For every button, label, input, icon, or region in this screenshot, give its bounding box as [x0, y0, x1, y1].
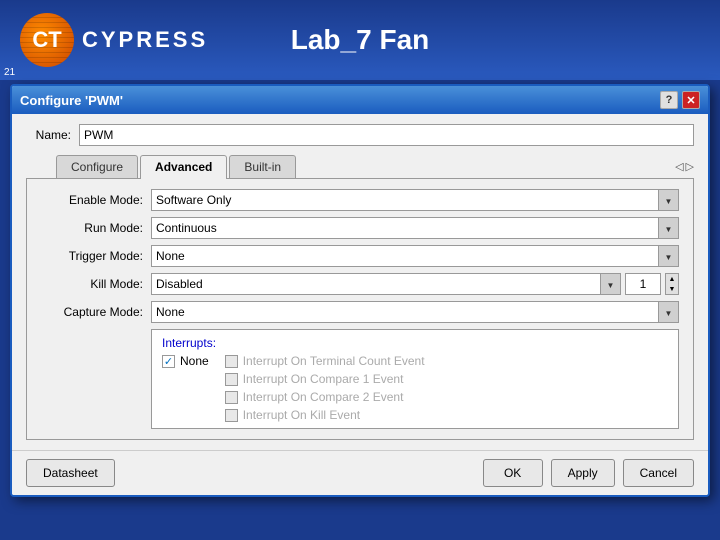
interrupts-left: ✓ None [162, 354, 209, 422]
kill-mode-select[interactable]: Disabled ▼ [151, 273, 621, 295]
logo-area: CT CYPRESS [20, 13, 208, 67]
trigger-mode-select[interactable]: None ▼ [151, 245, 679, 267]
trigger-mode-row: Trigger Mode: None ▼ [41, 245, 679, 267]
brand-name: CYPRESS [82, 27, 208, 53]
spinner-down-button[interactable]: ▼ [666, 284, 678, 294]
tab-prev-icon[interactable]: ◁ [675, 160, 683, 173]
tab-content: Enable Mode: Software Only ▼ Run Mode: C… [26, 178, 694, 440]
logo-icon: CT [32, 27, 61, 53]
capture-mode-select[interactable]: None ▼ [151, 301, 679, 323]
interrupt-none-label: None [180, 354, 209, 368]
tab-next-icon[interactable]: ▷ [686, 160, 694, 173]
interrupt-compare2-row: Interrupt On Compare 2 Event [225, 390, 425, 404]
enable-mode-arrow[interactable]: ▼ [658, 190, 678, 211]
kill-mode-label: Kill Mode: [41, 277, 151, 291]
name-input[interactable] [79, 124, 694, 146]
dialog-title: Configure 'PWM' [20, 93, 123, 108]
dialog-body: Name: Configure Advanced Built-in ◁ ▷ En… [12, 114, 708, 450]
name-row: Name: [26, 124, 694, 146]
kill-mode-group: Disabled ▼ ▲ ▼ [151, 273, 679, 295]
interrupt-terminal-count-checkbox[interactable] [225, 355, 238, 368]
name-label: Name: [26, 128, 71, 142]
trigger-mode-label: Trigger Mode: [41, 249, 151, 263]
trigger-mode-arrow[interactable]: ▼ [658, 246, 678, 267]
interrupt-none-checkbox[interactable]: ✓ [162, 355, 175, 368]
ok-button[interactable]: OK [483, 459, 543, 487]
kill-mode-spinner: ▲ ▼ [665, 273, 679, 295]
kill-mode-value: Disabled [156, 277, 203, 291]
interrupt-compare2-checkbox[interactable] [225, 391, 238, 404]
interrupt-terminal-count-row: Interrupt On Terminal Count Event [225, 354, 425, 368]
interrupts-title: Interrupts: [162, 336, 668, 350]
dialog-titlebar: Configure 'PWM' ? ✕ [12, 86, 708, 114]
run-mode-value: Continuous [156, 221, 678, 235]
kill-mode-row: Kill Mode: Disabled ▼ ▲ ▼ [41, 273, 679, 295]
run-mode-arrow[interactable]: ▼ [658, 218, 678, 239]
tabs-row: Configure Advanced Built-in ◁ ▷ [26, 154, 694, 178]
checkmark-icon: ✓ [164, 355, 173, 368]
interrupt-kill-label: Interrupt On Kill Event [243, 408, 360, 422]
run-mode-label: Run Mode: [41, 221, 151, 235]
interrupt-kill-row: Interrupt On Kill Event [225, 408, 425, 422]
interrupt-compare2-label: Interrupt On Compare 2 Event [243, 390, 404, 404]
run-mode-select[interactable]: Continuous ▼ [151, 217, 679, 239]
trigger-mode-value: None [156, 249, 678, 263]
interrupts-right: Interrupt On Terminal Count Event Interr… [225, 354, 425, 422]
interrupt-compare1-label: Interrupt On Compare 1 Event [243, 372, 404, 386]
interrupt-compare1-row: Interrupt On Compare 1 Event [225, 372, 425, 386]
interrupt-none-row: ✓ None [162, 354, 209, 368]
help-button[interactable]: ? [660, 91, 678, 109]
spinner-up-button[interactable]: ▲ [666, 274, 678, 284]
interrupt-terminal-count-label: Interrupt On Terminal Count Event [243, 354, 425, 368]
capture-mode-label: Capture Mode: [41, 305, 151, 319]
dialog-footer: Datasheet OK Apply Cancel [12, 450, 708, 495]
enable-mode-row: Enable Mode: Software Only ▼ [41, 189, 679, 211]
capture-mode-row: Capture Mode: None ▼ [41, 301, 679, 323]
kill-mode-arrow[interactable]: ▼ [600, 274, 620, 295]
slide-number: 21 [4, 67, 15, 78]
apply-button[interactable]: Apply [551, 459, 615, 487]
interrupt-compare1-checkbox[interactable] [225, 373, 238, 386]
brand-text: CYPRESS [82, 27, 208, 53]
kill-mode-number[interactable] [625, 273, 661, 295]
page-title: Lab_7 Fan [291, 24, 429, 56]
enable-mode-label: Enable Mode: [41, 193, 151, 207]
cypress-logo: CT [20, 13, 74, 67]
datasheet-button[interactable]: Datasheet [26, 459, 115, 487]
capture-mode-arrow[interactable]: ▼ [658, 302, 678, 323]
tab-nav: ◁ ▷ [675, 160, 694, 173]
tab-configure[interactable]: Configure [56, 155, 138, 178]
cancel-button[interactable]: Cancel [623, 459, 694, 487]
enable-mode-value: Software Only [156, 193, 678, 207]
interrupts-section: Interrupts: ✓ None [151, 329, 679, 429]
capture-mode-value: None [156, 305, 678, 319]
enable-mode-select[interactable]: Software Only ▼ [151, 189, 679, 211]
interrupts-grid: ✓ None Interrupt On Terminal Count Event [162, 354, 668, 422]
tab-advanced[interactable]: Advanced [140, 155, 227, 179]
header: CT CYPRESS Lab_7 Fan 21 [0, 0, 720, 80]
run-mode-row: Run Mode: Continuous ▼ [41, 217, 679, 239]
configure-pwm-dialog: Configure 'PWM' ? ✕ Name: Configure Adva… [10, 84, 710, 497]
interrupt-kill-checkbox[interactable] [225, 409, 238, 422]
dialog-overlay: Configure 'PWM' ? ✕ Name: Configure Adva… [10, 80, 710, 536]
tab-builtin[interactable]: Built-in [229, 155, 296, 178]
close-button[interactable]: ✕ [682, 91, 700, 109]
titlebar-buttons: ? ✕ [660, 91, 700, 109]
